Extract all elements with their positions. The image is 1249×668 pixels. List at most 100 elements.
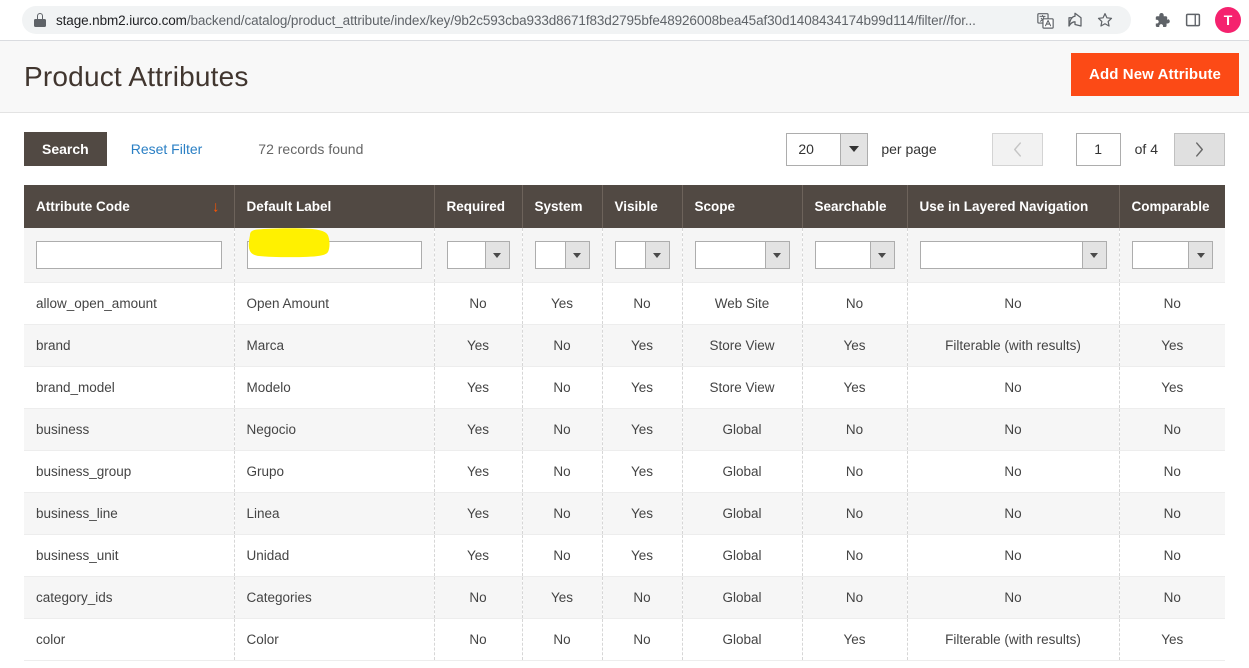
column-header-layered-navigation[interactable]: Use in Layered Navigation [907,185,1120,228]
cell-scope: Web Site [682,282,803,325]
filter-required-select[interactable] [446,241,510,269]
chevron-down-icon[interactable] [764,242,789,268]
cell-layered-navigation: No [907,408,1120,451]
chevron-down-icon[interactable] [840,133,868,165]
chevron-down-icon[interactable] [1188,242,1212,268]
cell-scope: Global [682,576,803,619]
reset-filter-link[interactable]: Reset Filter [131,141,203,157]
previous-page-button[interactable] [991,132,1043,166]
column-label: Default Label [246,199,332,214]
cell-default-label: Unidad [234,534,435,577]
filter-visible-select[interactable] [614,241,670,269]
url-path: /backend/catalog/product_attribute/index… [186,12,976,28]
chevron-down-icon[interactable] [1081,242,1106,268]
table-row[interactable]: business_unit Unidad Yes No Yes Global N… [24,534,1225,577]
filter-cell-layered-navigation [907,228,1120,283]
column-header-searchable[interactable]: Searchable [802,185,908,228]
arrow-down-icon: ↓ [212,198,220,215]
cell-searchable: No [802,576,908,619]
cell-scope: Global [682,408,803,451]
table-row[interactable]: category_ids Categories No Yes No Global… [24,576,1225,619]
cell-searchable: Yes [802,366,908,409]
filter-attribute-code-input[interactable] [36,241,222,269]
grid-filter-row [24,228,1225,283]
product-attributes-grid: Attribute Code ↓ Default Label Required … [24,185,1225,661]
cell-default-label: Color [234,618,435,661]
filter-layered-navigation-select[interactable] [919,241,1107,269]
cell-scope: Store View [682,366,803,409]
chevron-down-icon[interactable] [869,242,894,268]
column-label: Searchable [814,199,887,214]
cell-layered-navigation: No [907,576,1120,619]
page-header: Product Attributes Add New Attribute [0,41,1249,113]
cell-scope: Global [682,450,803,493]
cell-required: No [434,618,523,661]
grid-toolbar: Search Reset Filter 72 records found 20 … [24,113,1225,185]
current-page-input[interactable] [1075,132,1121,166]
table-row[interactable]: color Color No No No Global Yes Filterab… [24,618,1225,661]
cell-visible: No [602,576,683,619]
cell-required: Yes [434,534,523,577]
column-header-required[interactable]: Required [434,185,523,228]
filter-searchable-value [816,242,870,268]
cell-layered-navigation: No [907,366,1120,409]
cell-searchable: No [802,534,908,577]
table-row[interactable]: allow_open_amount Open Amount No Yes No … [24,282,1225,325]
filter-scope-value [696,242,765,268]
url-host: stage.nbm2.iurco.com [56,12,187,28]
chevron-down-icon[interactable] [564,242,589,268]
cell-attribute-code: color [24,618,235,661]
cell-required: Yes [434,366,523,409]
column-header-comparable[interactable]: Comparable [1119,185,1225,228]
filter-required-value [448,242,485,268]
table-row[interactable]: business_group Grupo Yes No Yes Global N… [24,450,1225,493]
search-button[interactable]: Search [24,132,107,166]
cell-attribute-code: business_line [24,492,235,535]
table-row[interactable]: business_line Linea Yes No Yes Global No… [24,492,1225,535]
cell-attribute-code: business_group [24,450,235,493]
avatar[interactable]: T [1215,7,1241,33]
cell-attribute-code: category_ids [24,576,235,619]
next-page-button[interactable] [1174,132,1225,166]
total-pages-label: of 4 [1134,141,1158,157]
table-row[interactable]: brand Marca Yes No Yes Store View Yes Fi… [24,324,1225,367]
filter-cell-required [434,228,523,283]
share-icon[interactable] [1061,6,1089,34]
column-header-default-label[interactable]: Default Label [234,185,435,228]
cell-layered-navigation: No [907,282,1120,325]
cell-default-label: Linea [234,492,435,535]
filter-scope-select[interactable] [694,241,790,269]
filter-comparable-select[interactable] [1131,241,1213,269]
translate-icon[interactable] [1031,6,1059,34]
filter-searchable-select[interactable] [814,241,895,269]
per-page-select[interactable]: 20 [786,132,869,166]
cell-required: Yes [434,324,523,367]
star-icon[interactable] [1091,6,1119,34]
side-panel-icon[interactable] [1179,6,1207,34]
filter-comparable-value [1133,242,1189,268]
table-row[interactable]: brand_model Modelo Yes No Yes Store View… [24,366,1225,409]
cell-layered-navigation: No [907,492,1120,535]
filter-cell-visible [602,228,683,283]
chevron-down-icon[interactable] [644,242,669,268]
cell-comparable: No [1119,408,1225,451]
puzzle-icon[interactable] [1147,6,1175,34]
filter-default-label-input[interactable] [246,241,422,269]
add-new-attribute-button[interactable]: Add New Attribute [1071,53,1239,96]
table-row[interactable]: business Negocio Yes No Yes Global No No… [24,408,1225,451]
column-header-scope[interactable]: Scope [682,185,803,228]
chevron-down-icon[interactable] [484,242,509,268]
column-header-system[interactable]: System [522,185,603,228]
column-header-visible[interactable]: Visible [602,185,683,228]
cell-attribute-code: business [24,408,235,451]
lock-icon [34,13,46,27]
cell-default-label: Grupo [234,450,435,493]
cell-system: Yes [522,576,603,619]
filter-cell-searchable [802,228,908,283]
address-bar[interactable]: stage.nbm2.iurco.com/backend/catalog/pro… [22,6,1131,34]
records-found-label: 72 records found [258,141,364,157]
cell-system: No [522,534,603,577]
column-label: Scope [694,199,736,214]
column-header-attribute-code[interactable]: Attribute Code ↓ [24,185,235,228]
filter-system-select[interactable] [534,241,590,269]
